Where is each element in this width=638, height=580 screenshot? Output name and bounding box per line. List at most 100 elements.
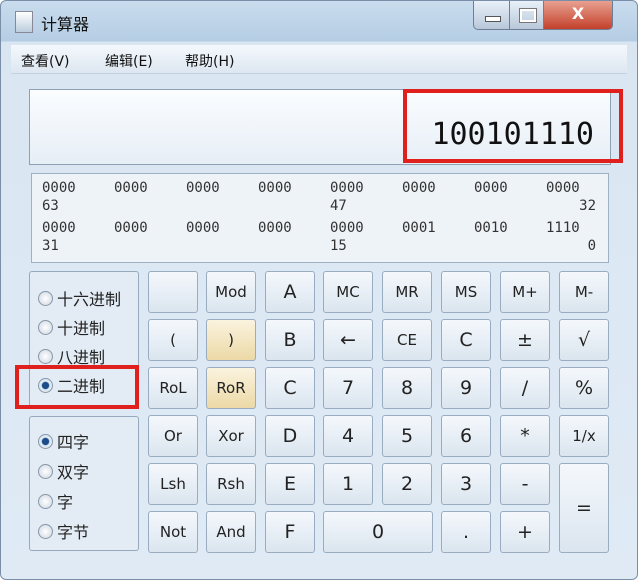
word-option-label: 字节 <box>57 523 90 542</box>
minimize-button[interactable] <box>473 1 511 30</box>
window-title: 计算器 <box>41 15 90 34</box>
bit-group: 0000 <box>186 180 220 196</box>
menu-view[interactable]: 查看(V) <box>21 51 70 71</box>
bit-group: 0000 <box>114 180 148 196</box>
key-=[interactable]: = <box>559 463 609 553</box>
base-option-label: 十六进制 <box>57 290 122 309</box>
key-1/x[interactable]: 1/x <box>559 415 609 457</box>
key-M+[interactable]: M+ <box>500 271 550 313</box>
key-.[interactable]: . <box>441 511 491 553</box>
key-CE[interactable]: CE <box>382 319 432 361</box>
minimize-icon <box>485 16 501 22</box>
bit-position-label: 47 <box>330 198 347 214</box>
key-E[interactable]: E <box>265 463 315 505</box>
bit-display: 0000 0000 0000 0000 0000 0000 0000 0000 63 47 32 00… <box>31 173 609 263</box>
maximize-button[interactable] <box>509 1 545 30</box>
bit-group: 0000 <box>330 220 364 236</box>
key-+[interactable]: + <box>500 511 550 553</box>
key-D[interactable]: D <box>265 415 315 457</box>
key-Lsh[interactable]: Lsh <box>148 463 198 505</box>
bit-position-label: 0 <box>587 238 596 254</box>
key-And[interactable]: And <box>206 511 256 553</box>
key-blank[interactable] <box>148 271 198 313</box>
highlight-box <box>403 89 623 163</box>
word-size-radio-group: 四字 双字字字节 <box>29 416 139 551</box>
key-MC[interactable]: MC <box>323 271 373 313</box>
radio-button-icon[interactable] <box>38 290 53 306</box>
bit-position-label: 31 <box>42 238 59 254</box>
key-M-[interactable]: M- <box>559 271 609 313</box>
bit-group: 0000 <box>474 180 508 196</box>
key-√[interactable]: √ <box>559 319 609 361</box>
word-option-label: 双字 <box>57 463 90 482</box>
menu-bar: 查看(V) 编辑(E) 帮助(H) <box>11 45 627 74</box>
key-2[interactable]: 2 <box>382 463 432 505</box>
key-Xor[interactable]: Xor <box>206 415 256 457</box>
key-8[interactable]: 8 <box>382 367 432 409</box>
key-C[interactable]: C <box>441 319 491 361</box>
radio-button-icon[interactable] <box>38 523 53 539</box>
word-option-label: 字 <box>57 493 74 512</box>
key-MS[interactable]: MS <box>441 271 491 313</box>
key--[interactable]: - <box>500 463 550 505</box>
key-←[interactable]: ← <box>323 319 373 361</box>
key-Rsh[interactable]: Rsh <box>206 463 256 505</box>
key-9[interactable]: 9 <box>441 367 491 409</box>
bit-group: 0010 <box>474 220 508 236</box>
key-0[interactable]: 0 <box>323 511 433 553</box>
key-%[interactable]: % <box>559 367 609 409</box>
bit-group: 0000 <box>402 180 436 196</box>
word-option-label: 四字 <box>57 433 90 452</box>
key-Or[interactable]: Or <box>148 415 198 457</box>
key-RoL[interactable]: RoL <box>148 367 198 409</box>
maximize-icon <box>519 8 537 23</box>
bit-group: 0000 <box>42 180 76 196</box>
key-F[interactable]: F <box>265 511 315 553</box>
base-option-label: 十进制 <box>57 319 106 338</box>
key-4[interactable]: 4 <box>323 415 373 457</box>
radio-word-3[interactable]: 字节 <box>38 519 89 543</box>
bit-group: 0000 <box>258 180 292 196</box>
radio-button-icon[interactable] <box>38 433 53 449</box>
bit-group: 0000 <box>186 220 220 236</box>
key-RoR[interactable]: RoR <box>206 367 256 409</box>
radio-button-icon[interactable] <box>38 348 53 364</box>
highlight-box <box>15 365 139 409</box>
key-C[interactable]: C <box>265 367 315 409</box>
key-B[interactable]: B <box>265 319 315 361</box>
bit-group: 0001 <box>402 220 436 236</box>
key-3[interactable]: 3 <box>441 463 491 505</box>
radio-word-1[interactable]: 双字 <box>38 459 89 483</box>
bit-group: 0000 <box>114 220 148 236</box>
menu-edit[interactable]: 编辑(E) <box>105 51 153 71</box>
radio-button-icon[interactable] <box>38 463 53 479</box>
bit-position-label: 32 <box>579 198 596 214</box>
key-1[interactable]: 1 <box>323 463 373 505</box>
radio-base-0[interactable]: 十六进制 <box>38 286 121 310</box>
key-*[interactable]: * <box>500 415 550 457</box>
key-Not[interactable]: Not <box>148 511 198 553</box>
key-)[interactable]: ) <box>206 319 256 361</box>
radio-button-icon[interactable] <box>38 319 53 335</box>
radio-button-icon[interactable] <box>38 493 53 509</box>
key-5[interactable]: 5 <box>382 415 432 457</box>
key-7[interactable]: 7 <box>323 367 373 409</box>
radio-word-2[interactable]: 字 <box>38 489 73 513</box>
key-Mod[interactable]: Mod <box>206 271 256 313</box>
close-button[interactable]: X <box>543 1 613 30</box>
bit-group: 0000 <box>42 220 76 236</box>
calculator-app-icon <box>15 11 33 33</box>
key-MR[interactable]: MR <box>382 271 432 313</box>
key-±[interactable]: ± <box>500 319 550 361</box>
key-6[interactable]: 6 <box>441 415 491 457</box>
bit-group: 0000 <box>258 220 292 236</box>
bit-group: 0000 <box>546 180 580 196</box>
calculator-window: 计算器 X 查看(V) 编辑(E) 帮助(H) 100101110 0000 00… <box>0 0 638 580</box>
key-([interactable]: ( <box>148 319 198 361</box>
radio-word-0[interactable]: 四字 <box>38 429 89 453</box>
menu-help[interactable]: 帮助(H) <box>185 51 234 71</box>
bit-group: 0000 <box>330 180 364 196</box>
radio-base-1[interactable]: 十进制 <box>38 315 105 339</box>
key-A[interactable]: A <box>265 271 315 313</box>
key-/[interactable]: / <box>500 367 550 409</box>
